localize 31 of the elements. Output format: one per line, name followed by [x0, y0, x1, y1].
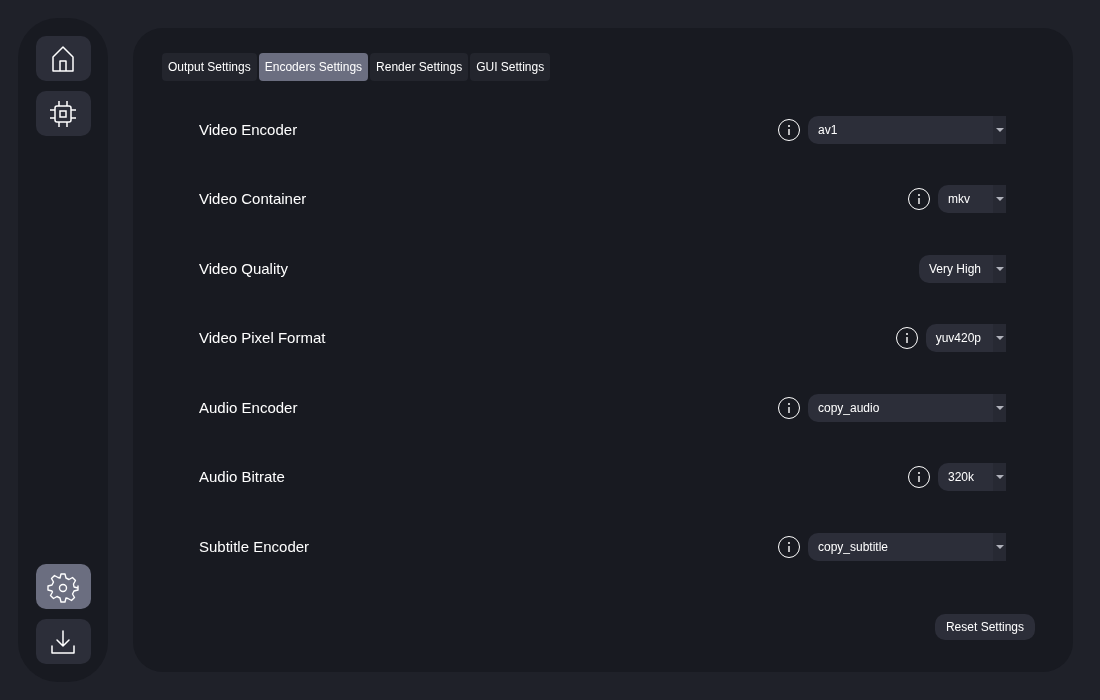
setting-label: Video Container [199, 189, 307, 209]
reset-settings-button[interactable]: Reset Settings [934, 614, 1035, 640]
sidebar-nav-button[interactable] [35, 564, 91, 609]
sidebar-nav-button[interactable] [35, 91, 91, 136]
settings-icon [47, 570, 79, 603]
caret-icon [995, 544, 1004, 549]
setting-label: Subtitle Encoder [199, 536, 310, 557]
caret-icon [995, 197, 1004, 202]
caret-icon [995, 405, 1004, 410]
dropdown[interactable]: copy_audio [808, 393, 1006, 422]
setting-label: Video Encoder [199, 119, 298, 140]
sidebar-nav-button[interactable] [35, 36, 91, 81]
tab[interactable]: Output Settings [162, 53, 257, 81]
setting-label: Video Pixel Format [199, 328, 326, 348]
dropdown[interactable]: av1 [808, 115, 1006, 144]
dropdown[interactable]: copy_subtitle [808, 532, 1006, 561]
tab[interactable]: GUI Settings [470, 53, 551, 81]
setting-label: Video Quality [199, 258, 288, 279]
dropdown[interactable]: Very High [918, 254, 1006, 283]
sidebar-nav-button[interactable] [35, 619, 91, 664]
tab[interactable]: Encoders Settings [258, 53, 369, 81]
setting-label: Audio Encoder [199, 397, 298, 418]
tab[interactable]: Render Settings [370, 53, 469, 81]
caret-icon [995, 127, 1004, 132]
setting-label: Audio Bitrate [199, 467, 285, 487]
caret-icon [995, 336, 1004, 341]
dropdown[interactable]: yuv420p [925, 324, 1006, 353]
dropdown[interactable]: mkv [938, 185, 1006, 214]
caret-icon [995, 266, 1004, 271]
caret-icon [995, 475, 1004, 480]
dropdown[interactable]: 320k [938, 463, 1006, 492]
